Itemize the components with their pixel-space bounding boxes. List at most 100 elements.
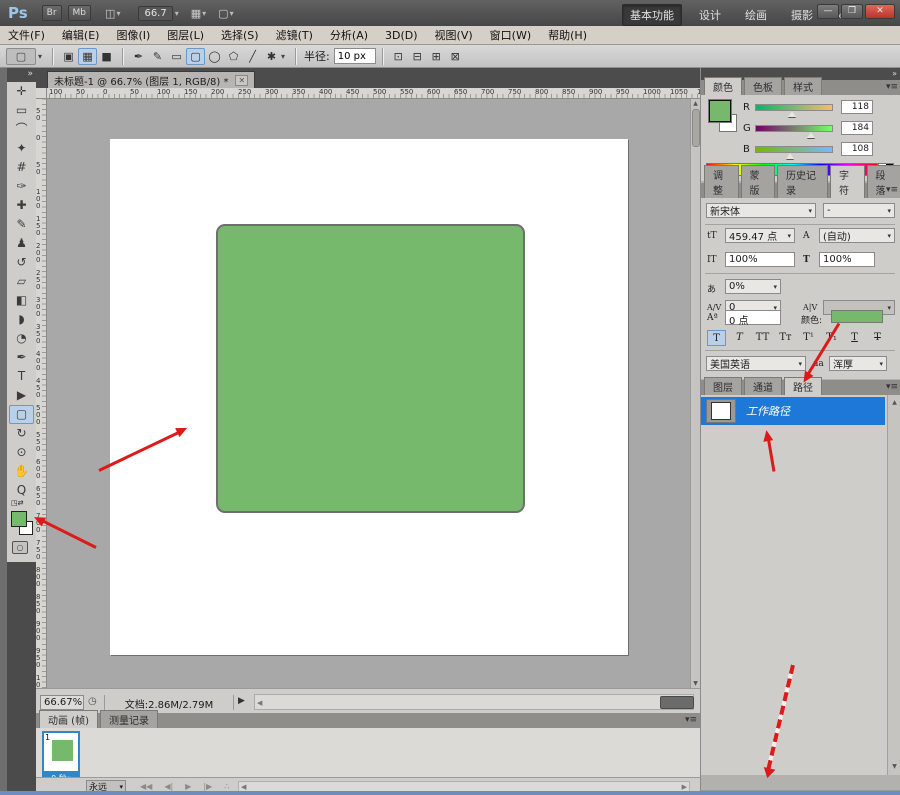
tool-hand[interactable]: ✋ [9, 462, 34, 481]
combine-intersect-shape-button[interactable]: ⊞ [427, 48, 446, 65]
tool-rotate-3d[interactable]: ↻ [9, 424, 34, 443]
tool-move[interactable]: ✛ [9, 82, 34, 101]
work-path-row[interactable]: 工作路径 [701, 397, 885, 425]
chevron-down-icon[interactable]: ▾ [202, 9, 206, 18]
pen-tool-button[interactable]: ✒ [129, 48, 148, 65]
chevron-down-icon[interactable]: ▾ [38, 52, 42, 61]
custom-shape-tool-button[interactable]: ✱ [262, 48, 281, 65]
tool-rounded-rectangle[interactable]: ▢ [9, 405, 34, 424]
baseline-shift-field[interactable]: 0 点 [725, 310, 781, 327]
foreground-color-swatch[interactable] [708, 99, 732, 123]
paths-tab[interactable]: 图层 [704, 377, 742, 395]
view-extras-icon[interactable]: ▦ [191, 7, 201, 20]
scroll-left-icon[interactable]: ◀ [257, 699, 262, 707]
rounded-rectangle-tool-button[interactable]: ▢ [186, 47, 206, 65]
color-tab[interactable]: 颜色 [704, 77, 742, 95]
tool-path-selection[interactable]: ▶ [9, 386, 34, 405]
tool-blur[interactable]: ◗ [9, 310, 34, 329]
slider-thumb[interactable] [785, 152, 794, 159]
tool-magic-wand[interactable]: ✦ [9, 139, 34, 158]
horizontal-scrollbar[interactable]: ◀ ▶ [254, 694, 694, 710]
tool-dodge[interactable]: ◔ [9, 329, 34, 348]
antialias-dropdown[interactable]: 浑厚 ▾ [829, 356, 887, 371]
paths-mode-button[interactable]: ▦ [78, 47, 98, 65]
panel-menu-icon[interactable]: ▾≡ [886, 82, 898, 92]
text-color-swatch[interactable] [831, 310, 883, 323]
font-family-dropdown[interactable]: 新宋体 ▾ [706, 203, 816, 218]
tool-type[interactable]: T [9, 367, 34, 386]
menu-item[interactable]: 编辑(E) [62, 27, 100, 43]
status-zoom-field[interactable]: 66.67% [40, 695, 84, 710]
font-size-dropdown[interactable]: 459.47 点 ▾ [725, 228, 795, 243]
workspace-button[interactable]: 绘画 [738, 5, 774, 25]
tool-clone-stamp[interactable]: ♟ [9, 234, 34, 253]
tool-gradient[interactable]: ◧ [9, 291, 34, 310]
all-caps-button[interactable]: TT [753, 330, 772, 346]
default-colors-icon[interactable]: ◳⇄ [11, 499, 25, 509]
underline-button[interactable]: T [845, 330, 864, 346]
chevron-down-icon[interactable]: ▾ [116, 9, 120, 18]
chevron-down-icon[interactable]: ▾ [281, 52, 285, 61]
menu-item[interactable]: 文件(F) [8, 27, 45, 43]
paths-scrollbar[interactable]: ▲ ▼ [887, 395, 900, 775]
quick-mask-button[interactable]: ○ [12, 541, 28, 554]
panel-menu-icon[interactable]: ▾≡ [685, 715, 697, 725]
menu-item[interactable]: 3D(D) [385, 29, 418, 42]
close-button[interactable]: ✕ [865, 4, 895, 19]
document-tab[interactable]: 未标题-1 @ 66.7% (图层 1, RGB/8) * ✕ [47, 71, 256, 88]
combine-add-shape-button[interactable]: ⊡ [389, 48, 408, 65]
scroll-down-icon[interactable]: ▼ [888, 763, 900, 770]
character-tab[interactable]: 调整 [704, 165, 739, 198]
combine-exclude-shape-button[interactable]: ⊠ [446, 48, 465, 65]
vertical-scrollbar[interactable]: ▲ ▼ [690, 99, 700, 688]
faux-italic-button[interactable]: T [730, 330, 749, 346]
menu-item[interactable]: 选择(S) [221, 27, 259, 43]
channel-slider[interactable] [755, 124, 833, 138]
menu-item[interactable]: 滤镜(T) [276, 27, 313, 43]
tool-orbit-3d[interactable]: ⊙ [9, 443, 34, 462]
language-dropdown[interactable]: 美国英语 ▾ [706, 356, 806, 371]
animation-tab[interactable]: 动画 (帧) [39, 710, 98, 728]
tool-eraser[interactable]: ▱ [9, 272, 34, 291]
status-expand-button[interactable]: ▶ [238, 696, 245, 706]
rectangle-tool-button[interactable]: ▭ [167, 48, 186, 65]
mini-bridge-button[interactable]: Mb [67, 5, 92, 21]
freeform-pen-tool-button[interactable]: ✎ [148, 48, 167, 65]
scroll-up-icon[interactable]: ▲ [888, 399, 900, 406]
character-tab[interactable]: 蒙版 [740, 165, 775, 198]
close-icon[interactable]: ✕ [235, 74, 249, 86]
leading-dropdown[interactable]: (自动) ▾ [819, 228, 895, 243]
tool-lasso[interactable]: ⌒ [9, 120, 34, 139]
tool-preset-picker[interactable]: ▢ [6, 47, 36, 65]
character-tab[interactable]: 历史记录 [777, 165, 828, 198]
ellipse-tool-button[interactable]: ◯ [205, 48, 224, 65]
radius-input[interactable] [333, 48, 376, 64]
panel-menu-icon[interactable]: ▾≡ [886, 185, 898, 195]
font-style-dropdown[interactable]: - ▾ [823, 203, 895, 218]
tool-eyedropper[interactable]: ✑ [9, 177, 34, 196]
menu-item[interactable]: 分析(A) [330, 27, 368, 43]
tool-crop[interactable]: # [9, 158, 34, 177]
scroll-up-icon[interactable]: ▲ [691, 100, 700, 107]
menu-item[interactable]: 图像(I) [116, 27, 150, 43]
screen-mode-icon[interactable]: ▢ [218, 7, 228, 20]
paths-tab[interactable]: 通道 [744, 377, 782, 395]
zoom-level-dropdown[interactable]: 66.7 [138, 5, 173, 21]
slider-thumb[interactable] [788, 110, 797, 117]
shape-layers-button[interactable]: ▣ [59, 48, 78, 65]
rounded-rectangle-shape[interactable] [216, 224, 525, 513]
collapse-tools-button[interactable]: » [7, 68, 36, 82]
polygon-tool-button[interactable]: ⬠ [224, 48, 243, 65]
color-tab[interactable]: 样式 [784, 77, 822, 95]
horizontal-ruler[interactable]: 100 50 0 50 100 150 200 250 300 350 400 450 500 550 60… [47, 88, 700, 99]
tool-spot-healing[interactable]: ✚ [9, 196, 34, 215]
channel-value-field[interactable]: 184 [841, 121, 873, 135]
tool-zoom[interactable]: Q [9, 481, 34, 500]
menu-item[interactable]: 图层(L) [167, 27, 204, 43]
channel-value-field[interactable]: 108 [841, 142, 873, 156]
scroll-left-icon[interactable]: ◀ [241, 783, 246, 791]
bridge-button[interactable]: Br [41, 5, 62, 21]
canvas-area[interactable] [47, 99, 690, 688]
vertical-ruler[interactable]: 50 0 50 100 150 200 250 300 350 400 450 500 550 600 65… [36, 99, 47, 688]
workspace-button[interactable]: 设计 [692, 5, 728, 25]
